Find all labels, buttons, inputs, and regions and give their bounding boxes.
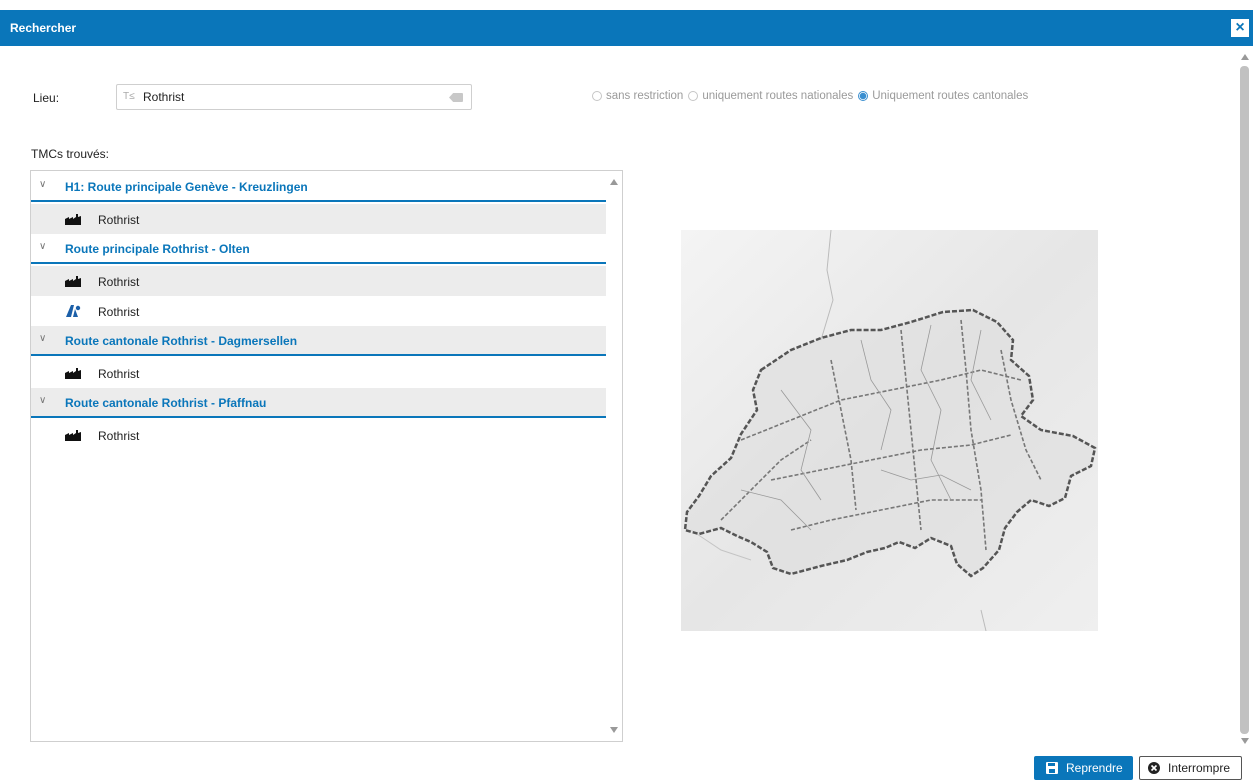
- item-label: Rothrist: [98, 275, 140, 289]
- list-item[interactable]: Rothrist: [31, 420, 606, 450]
- list-item[interactable]: Rothrist: [31, 204, 606, 234]
- page-scrollbar[interactable]: [1239, 50, 1251, 744]
- accept-button-label: Reprendre: [1066, 761, 1123, 775]
- clear-input-icon[interactable]: [449, 93, 463, 102]
- list-item[interactable]: Rothrist: [31, 266, 606, 296]
- cancel-circle-icon: [1148, 762, 1160, 774]
- factory-icon: [65, 430, 81, 441]
- road-junction-icon: [66, 305, 81, 317]
- group-header[interactable]: ∨ Route principale Rothrist - Olten: [31, 234, 606, 264]
- list-item[interactable]: Rothrist: [31, 358, 606, 388]
- group-header[interactable]: ∨ Route cantonale Rothrist - Pfaffnau: [31, 388, 606, 418]
- radio-circle[interactable]: [858, 91, 869, 101]
- dialog-titlebar: Rechercher ×: [0, 10, 1253, 46]
- results-label: TMCs trouvés:: [31, 147, 110, 161]
- group-title: H1: Route principale Genève - Kreuzlinge…: [65, 180, 308, 194]
- radio-circle[interactable]: [688, 91, 699, 101]
- location-search-field[interactable]: T≤: [116, 84, 472, 110]
- item-label: Rothrist: [98, 305, 140, 319]
- factory-icon: [65, 276, 81, 287]
- save-icon: [1046, 762, 1058, 774]
- results-list: ∨ H1: Route principale Genève - Kreuzlin…: [30, 170, 623, 742]
- text-type-icon: T≤: [123, 91, 135, 102]
- accept-button[interactable]: Reprendre: [1034, 756, 1133, 780]
- factory-icon: [65, 368, 81, 379]
- scroll-up-icon[interactable]: [1241, 54, 1249, 60]
- radio-national-roads[interactable]: uniquement routes nationales: [688, 90, 853, 102]
- scroll-thumb[interactable]: [1240, 66, 1249, 734]
- switzerland-map[interactable]: [681, 230, 1098, 631]
- map-canvas: [681, 230, 1098, 631]
- restriction-options: sans restriction uniquement routes natio…: [592, 90, 1033, 102]
- location-input[interactable]: [143, 88, 443, 106]
- item-label: Rothrist: [98, 429, 140, 443]
- cancel-button[interactable]: Interrompre: [1139, 756, 1242, 780]
- group-title: Route cantonale Rothrist - Pfaffnau: [65, 396, 267, 410]
- dialog-title: Rechercher: [10, 21, 77, 35]
- location-label: Lieu:: [33, 91, 60, 105]
- chevron-down-icon[interactable]: ∨: [39, 241, 46, 252]
- radio-label: sans restriction: [606, 90, 684, 102]
- scroll-down-icon[interactable]: [610, 727, 618, 733]
- group-title: Route cantonale Rothrist - Dagmersellen: [65, 334, 298, 348]
- radio-label: uniquement routes nationales: [702, 90, 854, 102]
- factory-icon: [65, 214, 81, 225]
- item-label: Rothrist: [98, 367, 140, 381]
- item-label: Rothrist: [98, 213, 140, 227]
- radio-circle[interactable]: [592, 91, 602, 101]
- close-button[interactable]: ×: [1231, 19, 1249, 37]
- scroll-up-icon[interactable]: [610, 179, 618, 185]
- list-item[interactable]: Rothrist: [31, 296, 606, 326]
- radio-label: Uniquement routes cantonales: [872, 90, 1029, 102]
- group-header[interactable]: ∨ H1: Route principale Genève - Kreuzlin…: [31, 172, 606, 202]
- list-scrollbar[interactable]: [606, 171, 622, 741]
- radio-cantonal-roads[interactable]: Uniquement routes cantonales: [858, 90, 1028, 102]
- group-header[interactable]: ∨ Route cantonale Rothrist - Dagmerselle…: [31, 326, 606, 356]
- chevron-down-icon[interactable]: ∨: [39, 333, 46, 344]
- radio-no-restriction[interactable]: sans restriction: [592, 90, 683, 102]
- scroll-down-icon[interactable]: [1241, 738, 1249, 744]
- chevron-down-icon[interactable]: ∨: [39, 179, 46, 190]
- cancel-button-label: Interrompre: [1168, 761, 1231, 775]
- group-title: Route principale Rothrist - Olten: [65, 242, 250, 256]
- chevron-down-icon[interactable]: ∨: [39, 395, 46, 406]
